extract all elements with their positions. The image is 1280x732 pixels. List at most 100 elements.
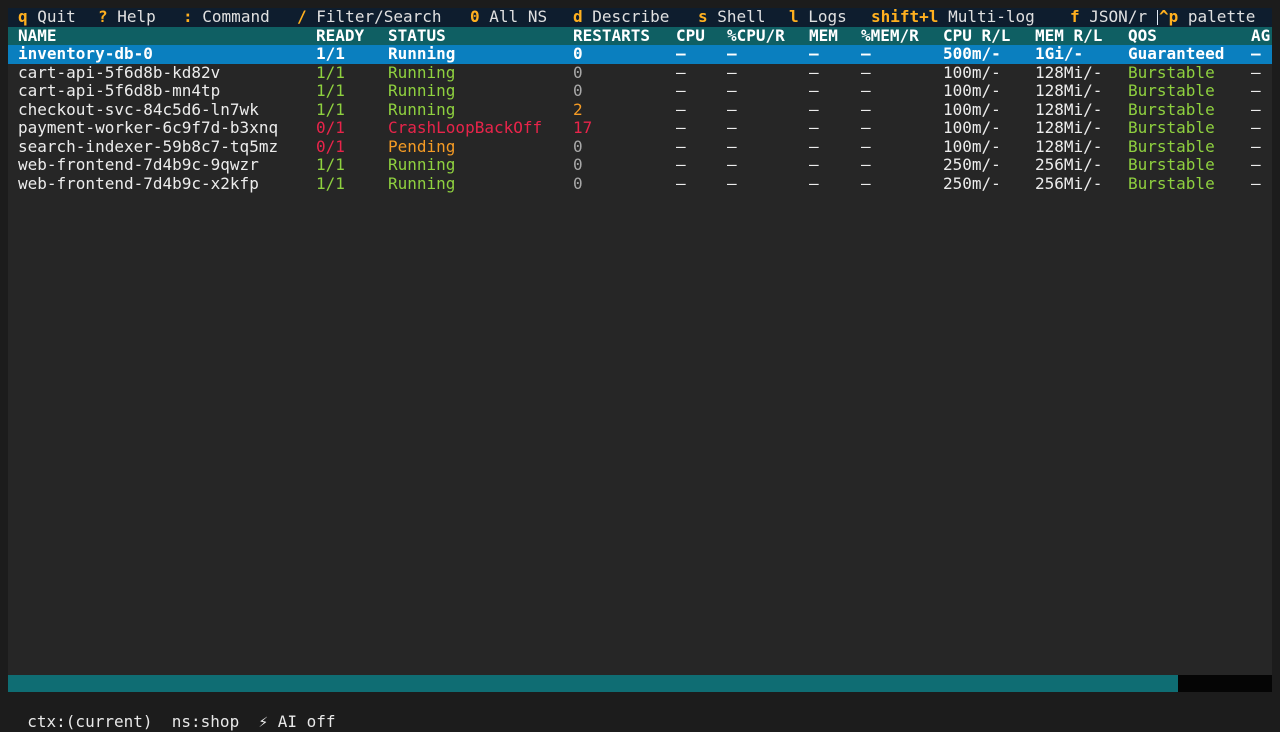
- table-row[interactable]: search-indexer-59b8c7-tq5mz 0/1 Pending 0 – –…: [8, 136, 1272, 157]
- cell-cpu-pct: –: [727, 81, 737, 100]
- column-header-qos[interactable]: QOS: [1128, 26, 1157, 46]
- column-header-restarts[interactable]: RESTARTS: [573, 26, 650, 46]
- cell-mem: –: [809, 118, 819, 137]
- text-cursor: [1157, 10, 1158, 25]
- keybinding-3[interactable]: / Filter/Search: [297, 8, 442, 27]
- cell-age: –: [1251, 136, 1261, 156]
- keybinding-key: f: [1070, 8, 1080, 26]
- context-label: ctx:(current): [27, 712, 153, 731]
- cell-name: payment-worker-6c9f7d-b3xnq: [18, 118, 279, 137]
- cell-ready: 0/1: [316, 136, 345, 156]
- cell-name: checkout-svc-84c5d6-ln7wk: [18, 99, 259, 119]
- context-footer: ctx:(current) ns:shop ⚡ AI off: [8, 692, 335, 731]
- keybinding-label: Help: [117, 8, 156, 26]
- cell-age: –: [1251, 118, 1261, 137]
- cell-qos: Burstable: [1128, 118, 1215, 137]
- column-header-mem[interactable]: MEM: [809, 26, 838, 46]
- cell-ready: 1/1: [316, 81, 345, 100]
- cell-cpu-pct: –: [727, 155, 737, 174]
- keybinding-9[interactable]: f JSON/r: [1070, 8, 1147, 27]
- table-row[interactable]: payment-worker-6c9f7d-b3xnq 0/1 CrashLoopB…: [8, 118, 1272, 138]
- keybinding-0[interactable]: q Quit: [18, 8, 76, 27]
- column-header-mem-pct[interactable]: %MEM/R: [861, 26, 919, 46]
- cell-mem-pct: –: [861, 136, 871, 156]
- keybinding-6[interactable]: s Shell: [698, 8, 765, 27]
- cell-age: –: [1251, 99, 1261, 119]
- cell-restarts: 0: [573, 81, 583, 100]
- keybinding-key: q: [18, 8, 28, 26]
- cell-mem: –: [809, 62, 819, 82]
- cell-mem: –: [809, 81, 819, 100]
- cell-cpu: –: [676, 99, 686, 119]
- lightning-icon: ⚡: [258, 712, 269, 731]
- cell-cpu: –: [676, 136, 686, 156]
- cell-qos: Burstable: [1128, 62, 1215, 82]
- table-row[interactable]: cart-api-5f6d8b-kd82v 1/1 Running 0 – – – – 100m…: [8, 62, 1272, 83]
- cell-ready: 1/1: [316, 173, 345, 193]
- keybinding-8[interactable]: shift+l Multi-log: [871, 8, 1035, 27]
- column-header-age[interactable]: AG: [1251, 26, 1270, 46]
- keybinding-label: Shell: [717, 8, 766, 26]
- cell-mem: –: [809, 136, 819, 156]
- cell-qos: Burstable: [1128, 173, 1215, 193]
- cell-restarts: 17: [573, 118, 593, 137]
- keybinding-label: Quit: [37, 8, 76, 26]
- cell-ready: 1/1: [316, 155, 345, 174]
- keybinding-4[interactable]: 0 All NS: [470, 8, 547, 27]
- cell-cpu: –: [676, 81, 686, 100]
- column-header-mem-rl[interactable]: MEM R/L: [1035, 26, 1102, 46]
- cell-cpu-rl: 250m/-: [943, 173, 1001, 193]
- cell-mem: –: [809, 99, 819, 119]
- table-row[interactable]: web-frontend-7d4b9c-9qwzr 1/1 Running 0 – – – –…: [8, 155, 1272, 175]
- cell-status: Running: [388, 155, 456, 174]
- keybinding-key: ^p: [1159, 8, 1179, 26]
- cell-status: CrashLoopBackOff: [388, 118, 543, 137]
- cell-cpu: –: [676, 155, 686, 174]
- column-header-cpu-pct[interactable]: %CPU/R: [727, 26, 785, 46]
- cell-name: web-frontend-7d4b9c-9qwzr: [18, 155, 259, 174]
- cell-age: –: [1251, 155, 1261, 174]
- cell-restarts: 0: [573, 44, 583, 63]
- cell-ready: 1/1: [316, 44, 345, 63]
- keybinding-1[interactable]: ? Help: [98, 8, 156, 27]
- table-row[interactable]: cart-api-5f6d8b-mn4tp 1/1 Running 0 – – – – 100m…: [8, 81, 1272, 101]
- keybinding-label: Describe: [592, 8, 670, 26]
- keybinding-10[interactable]: ^p palette: [1159, 8, 1255, 27]
- keybinding-bar: q Quit ? Help : Command / Filter/Search 0 Al…: [8, 8, 1272, 27]
- column-header-name[interactable]: NAME: [18, 26, 57, 46]
- keybinding-key: s: [698, 8, 708, 26]
- cell-status: Running: [388, 62, 456, 82]
- cell-cpu-pct: –: [727, 136, 737, 156]
- cell-mem: –: [809, 173, 819, 193]
- column-header-cpu[interactable]: CPU: [676, 26, 705, 46]
- cell-status: Pending: [388, 136, 456, 156]
- cell-cpu-rl: 100m/-: [943, 99, 1001, 119]
- table-row[interactable]: inventory-db-0 1/1 Running 0 – – – – 500m/- 1Gi/-…: [8, 44, 1272, 64]
- cell-cpu-pct: –: [727, 99, 737, 119]
- keybinding-label: Filter/Search: [316, 8, 442, 26]
- column-header-ready[interactable]: READY: [316, 26, 364, 46]
- keybinding-5[interactable]: d Describe: [573, 8, 669, 27]
- table-row[interactable]: checkout-svc-84c5d6-ln7wk 1/1 Running 2 – – – –…: [8, 99, 1272, 120]
- column-header-cpu-rl[interactable]: CPU R/L: [943, 26, 1010, 46]
- keybinding-key: d: [573, 8, 583, 26]
- status-bar-input[interactable]: [1178, 675, 1272, 692]
- keybinding-label: JSON/r: [1089, 8, 1148, 26]
- cell-ready: 1/1: [316, 62, 345, 82]
- table-header: NAME READY STATUS RESTARTS CPU %CPU/R MEM %MEM/…: [8, 26, 1272, 46]
- keybinding-7[interactable]: l Logs: [789, 8, 847, 27]
- cell-ready: 0/1: [316, 118, 345, 137]
- cell-mem-pct: –: [861, 155, 871, 174]
- cell-cpu-rl: 100m/-: [943, 62, 1001, 82]
- cell-mem-pct: –: [861, 81, 871, 100]
- cell-cpu-pct: –: [727, 173, 737, 193]
- column-header-status[interactable]: STATUS: [388, 26, 446, 46]
- cell-mem-rl: 256Mi/-: [1035, 155, 1103, 174]
- terminal-window: q Quit ? Help : Command / Filter/Search 0 Al…: [8, 8, 1272, 692]
- cell-restarts: 0: [573, 155, 583, 174]
- keybinding-2[interactable]: : Command: [183, 8, 270, 27]
- table-row[interactable]: web-frontend-7d4b9c-x2kfp 1/1 Running 0 – – – –…: [8, 173, 1272, 194]
- cell-cpu-pct: –: [727, 62, 737, 82]
- cell-status: Running: [388, 44, 456, 63]
- namespace-label: ns:shop: [171, 712, 240, 731]
